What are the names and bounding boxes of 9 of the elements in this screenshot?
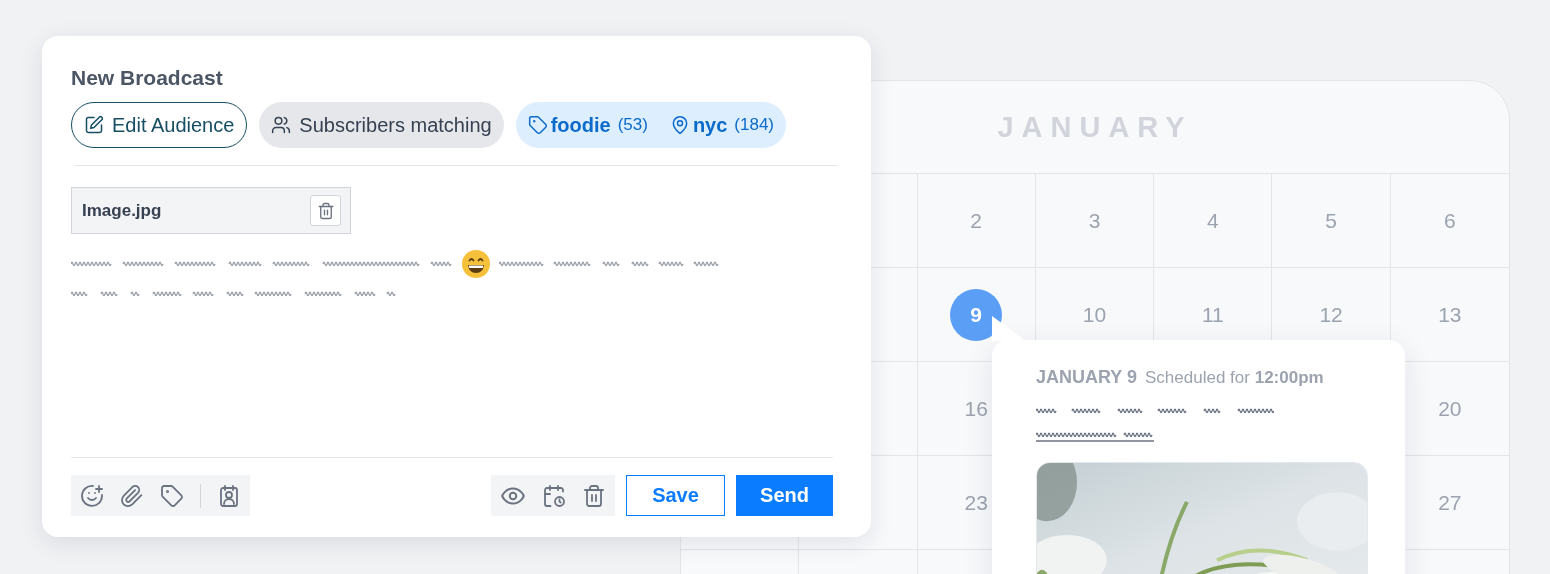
popover-date: JANUARY 9 xyxy=(1036,367,1138,388)
filter-name: nyc xyxy=(692,113,728,137)
schedule-time: Scheduled for 12:00pm xyxy=(1145,368,1324,388)
filter-count: (53) xyxy=(617,115,648,135)
composer-title: New Broadcast xyxy=(71,66,224,90)
attachment-filename: Image.jpg xyxy=(82,200,162,221)
subscribers-matching-chip: Subscribers matching xyxy=(259,102,504,148)
filter-count: (184) xyxy=(734,115,775,135)
filter-name: foodie xyxy=(550,113,611,137)
